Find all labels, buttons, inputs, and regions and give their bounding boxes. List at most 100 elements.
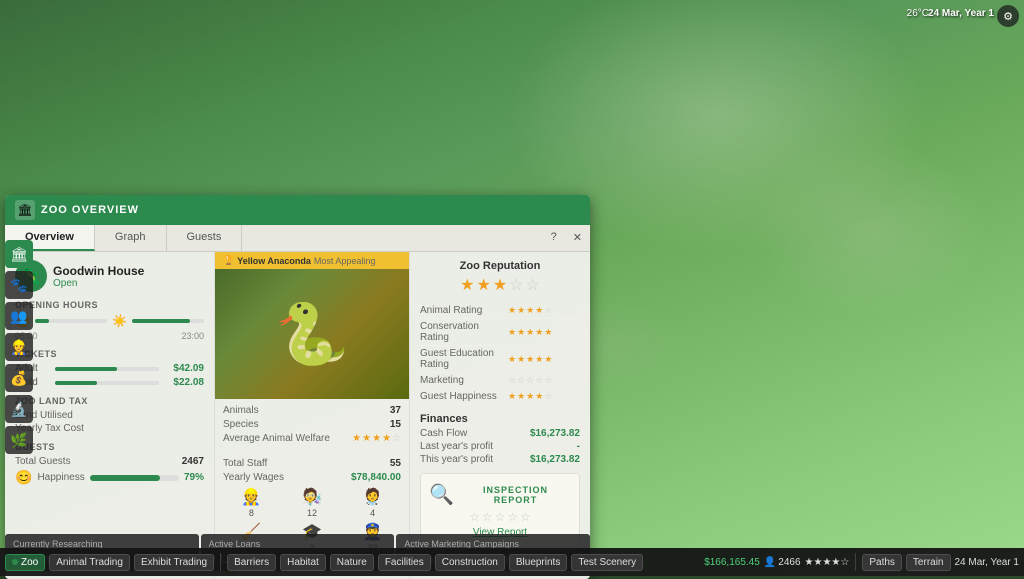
ticket-adult-row: Adult $42.09	[15, 363, 204, 374]
education-stars: ★★★★★	[508, 346, 580, 373]
rep-star-4: ☆	[509, 275, 523, 295]
research-icon-btn[interactable]: 🔬	[5, 395, 33, 423]
marketing-label: Marketing	[420, 373, 508, 389]
taskbar-exhibit-btn[interactable]: Exhibit Trading	[134, 554, 214, 571]
hours-slider-right[interactable]	[132, 319, 204, 323]
taskbar-zoo-btn[interactable]: Zoo	[5, 554, 45, 571]
yearly-tax-row: Yearly Tax Cost	[15, 423, 204, 434]
this-year-label: This year's profit	[420, 454, 493, 465]
bottom-taskbar: Zoo Animal Trading Exhibit Trading Barri…	[0, 548, 1024, 576]
taskbar-nature-btn[interactable]: Nature	[330, 554, 374, 571]
guests-count: 2466	[778, 557, 800, 568]
welfare-label: Average Animal Welfare	[223, 433, 330, 444]
species-stat-row: Species 15	[223, 419, 401, 430]
scenery-label: Test Scenery	[578, 557, 636, 568]
taskbar-construction-btn[interactable]: Construction	[435, 554, 505, 571]
rating-row-happiness: Guest Happiness ★★★★☆	[420, 389, 580, 405]
conservation-label: Conservation Rating	[420, 319, 508, 346]
land-utilised-row: Land Utilised	[15, 410, 204, 421]
temperature-display: 26°C	[907, 8, 929, 19]
animal-rating-label: Animal Rating	[420, 303, 508, 319]
zoo-status: Open	[53, 278, 204, 289]
tab-close[interactable]: ✕	[565, 225, 590, 251]
happiness-pct: 79%	[184, 472, 204, 483]
reputation-section: Zoo Reputation ★ ★ ★ ☆ ☆	[420, 260, 580, 295]
inspection-label: INSPECTION REPORT	[460, 485, 571, 505]
conservation-icon-btn[interactable]: 🌿	[5, 426, 33, 454]
animal-stats: Animals 37 Species 15 Average Animal Wel…	[215, 399, 409, 453]
tab-guests[interactable]: Guests	[167, 225, 243, 251]
rating-row-education: Guest Education Rating ★★★★★	[420, 346, 580, 373]
this-year-value: $16,273.82	[530, 454, 580, 465]
inspection-icon: 🔍	[429, 482, 454, 507]
tickets-label: TICKETS	[15, 349, 204, 359]
guest-icon-btn[interactable]: 👥	[5, 302, 33, 330]
animal-rating-stars: ★★★★☆	[508, 303, 580, 319]
top-right-icons: ⚙	[997, 5, 1019, 27]
panel-header: 🏛 ZOO OVERVIEW	[5, 195, 590, 225]
guests-stat: 👤 2466	[764, 557, 801, 568]
staff-count-2: 4	[370, 508, 375, 518]
taskbar-animal-trading-btn[interactable]: Animal Trading	[49, 554, 130, 571]
staff-cell-2: 🧑‍⚕️ 4	[344, 487, 401, 518]
overview-icon-btn[interactable]: 🏛	[5, 240, 33, 268]
species-value: 15	[390, 419, 401, 430]
taskbar-habitat-btn[interactable]: Habitat	[280, 554, 326, 571]
panel-left: 🦎 Goodwin House Open OPENING HOURS 🌙 ☀️	[5, 252, 215, 579]
yearly-wages-row: Yearly Wages $78,840.00	[223, 472, 401, 483]
adult-ticket-slider[interactable]	[55, 367, 159, 371]
welfare-stars: ★ ★ ★ ★ ☆	[352, 433, 401, 444]
paths-label: Paths	[869, 557, 895, 568]
adult-price: $42.09	[164, 363, 204, 374]
total-guests-row: Total Guests 2467	[15, 456, 204, 467]
animals-value: 37	[390, 405, 401, 416]
staff-cell-0: 👷 8	[223, 487, 280, 518]
taskbar-exhibit-label: Exhibit Trading	[141, 557, 207, 568]
finances-title: Finances	[420, 413, 580, 425]
date-display: 24 Mar, Year 1	[928, 8, 994, 19]
hours-times: 05:00 23:00	[15, 331, 204, 341]
staff-count-0: 8	[249, 508, 254, 518]
animal-badge-sub: Most Appealing	[314, 256, 376, 266]
tab-help[interactable]: ?	[543, 225, 565, 251]
zoo-overview-panel: 🏛 ZOO OVERVIEW Overview Graph Guests ? ✕…	[5, 195, 590, 579]
this-year-row: This year's profit $16,273.82	[420, 454, 580, 465]
panel-middle: 🏆 Yellow Anaconda Most Appealing Animals…	[215, 252, 410, 579]
zoo-name: Goodwin House	[53, 264, 204, 278]
total-staff-label: Total Staff	[223, 458, 267, 469]
species-label: Species	[223, 419, 259, 430]
inspection-stars: ☆ ☆ ☆ ☆ ☆	[429, 510, 571, 524]
staff-icon-btn[interactable]: 👷	[5, 333, 33, 361]
taskbar-terrain-btn[interactable]: Terrain	[906, 554, 951, 571]
settings-icon[interactable]: ⚙	[997, 5, 1019, 27]
taskbar-sep-2	[855, 553, 856, 571]
taskbar-blueprints-btn[interactable]: Blueprints	[509, 554, 567, 571]
taskbar-barriers-btn[interactable]: Barriers	[227, 554, 276, 571]
child-ticket-slider[interactable]	[55, 381, 159, 385]
zoo-name-info: Goodwin House Open	[53, 264, 204, 289]
finance-icon-btn[interactable]: 💰	[5, 364, 33, 392]
child-price: $22.08	[164, 377, 204, 388]
tab-graph[interactable]: Graph	[95, 225, 167, 251]
sun-icon: ☀️	[112, 314, 127, 328]
animal-image	[215, 269, 409, 399]
panel-right: Zoo Reputation ★ ★ ★ ☆ ☆ Animal Rating ★…	[410, 252, 590, 579]
staff-count-1: 12	[307, 508, 317, 518]
nature-label: Nature	[337, 557, 367, 568]
rating-row-marketing: Marketing ☆☆☆☆☆	[420, 373, 580, 389]
happiness-bar	[90, 475, 179, 481]
open-to: 23:00	[181, 331, 204, 341]
blueprints-label: Blueprints	[516, 557, 560, 568]
taskbar-paths-btn[interactable]: Paths	[862, 554, 902, 571]
taskbar-facilities-btn[interactable]: Facilities	[378, 554, 431, 571]
hours-slider[interactable]	[35, 319, 107, 323]
animal-icon-btn[interactable]: 🐾	[5, 271, 33, 299]
rep-star-5: ☆	[526, 275, 540, 295]
taskbar-zoo-label: Zoo	[21, 557, 38, 568]
terrain-label: Terrain	[913, 557, 944, 568]
scientist-icon: 🧑‍🔬	[302, 487, 322, 507]
guests-label: GUESTS	[15, 442, 204, 452]
conservation-stars: ★★★★★	[508, 319, 580, 346]
yearly-wages-label: Yearly Wages	[223, 472, 284, 483]
taskbar-scenery-btn[interactable]: Test Scenery	[571, 554, 643, 571]
